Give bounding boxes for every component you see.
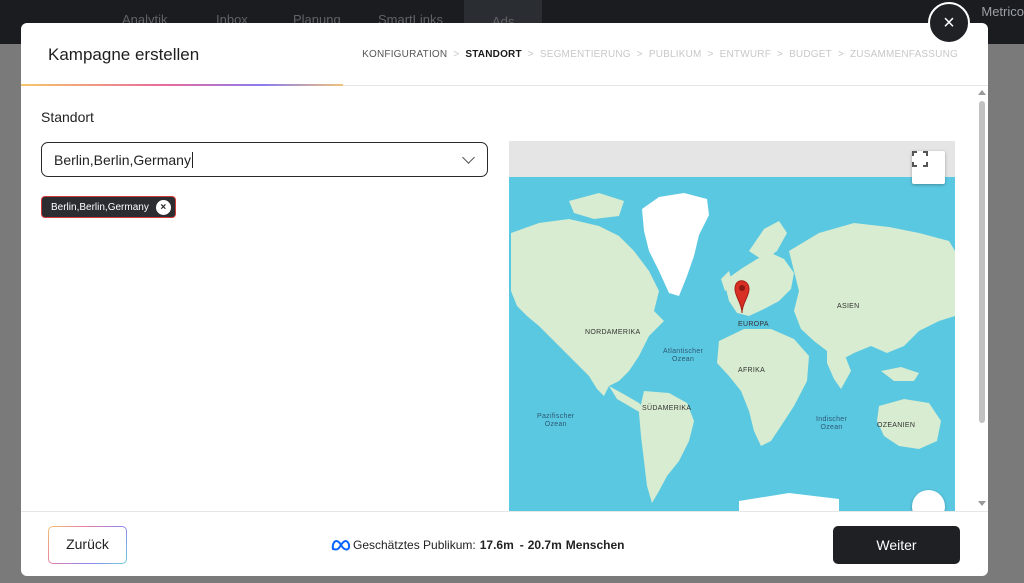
step-separator: > <box>636 49 643 60</box>
audience-dash: - <box>519 538 524 552</box>
label-asia: ASIEN <box>837 303 860 310</box>
modal-header: Kampagne erstellen KONFIGURATION > STAND… <box>21 23 988 86</box>
step-publikum: PUBLIKUM <box>648 49 702 60</box>
step-zusammenfassung: ZUSAMMENFASSUNG <box>849 49 958 60</box>
selected-location-label: Berlin,Berlin,Germany <box>51 201 149 213</box>
label-north-america: NORDAMERIKA <box>585 329 641 336</box>
audience-estimate: Geschätztes Publikum: 17.6m - 20.7m Mens… <box>331 538 624 552</box>
label-south-america: SÜDAMERIKA <box>642 405 692 412</box>
step-budget: BUDGET <box>789 49 832 60</box>
step-separator: > <box>837 49 844 60</box>
audience-prefix: Geschätztes Publikum: <box>353 538 476 552</box>
scroll-down-icon[interactable] <box>978 501 986 506</box>
step-separator: > <box>777 49 784 60</box>
label-indian: Indischer Ozean <box>816 416 847 432</box>
next-button[interactable]: Weiter <box>833 526 960 564</box>
label-europe: EUROPA <box>738 321 769 328</box>
account-label[interactable]: Metrico <box>981 4 1024 19</box>
map-canvas <box>509 141 955 511</box>
modal-footer: Zurück Geschätztes Publikum: 17.6m - 20.… <box>21 511 988 576</box>
modal-body: Standort Berlin,Berlin,Germany Berlin,Be… <box>21 87 988 511</box>
label-pacific-line1: Pazifischer <box>537 413 575 420</box>
chevron-down-icon[interactable] <box>462 151 475 164</box>
fullscreen-button[interactable] <box>912 151 945 184</box>
step-separator: > <box>453 49 460 60</box>
location-input-value: Berlin,Berlin,Germany <box>54 151 191 168</box>
scroll-thumb[interactable] <box>979 101 985 423</box>
world-map[interactable]: NORDAMERIKA EUROPA ASIEN AFRIKA SÜDAMERI… <box>509 141 955 511</box>
step-standort[interactable]: STANDORT <box>465 49 521 60</box>
text-caret <box>191 151 193 168</box>
modal-title: Kampagne erstellen <box>48 45 200 64</box>
remove-tag-icon[interactable]: × <box>155 199 171 215</box>
scroll-up-icon[interactable] <box>978 90 986 95</box>
back-button[interactable]: Zurück <box>48 526 127 564</box>
label-africa: AFRIKA <box>738 367 766 374</box>
meta-icon <box>331 539 351 551</box>
location-search-input[interactable]: Berlin,Berlin,Germany <box>41 142 488 177</box>
step-konfiguration[interactable]: KONFIGURATION <box>362 49 447 60</box>
label-oceania: OZEANIEN <box>877 422 916 429</box>
title-gradient-underline <box>21 84 343 86</box>
close-modal-button[interactable]: × <box>928 2 970 44</box>
audience-suffix: Menschen <box>565 538 625 552</box>
location-section-label: Standort <box>41 109 94 125</box>
label-atlantic: Atlantischer Ozean <box>663 348 703 364</box>
label-atlantic-line2: Ozean <box>672 356 695 363</box>
step-separator: > <box>707 49 714 60</box>
label-pacific: Pazifischer Ozean <box>537 413 575 429</box>
step-separator: > <box>527 49 534 60</box>
label-pacific-line2: Ozean <box>544 421 567 428</box>
label-indian-line2: Ozean <box>820 424 843 431</box>
fullscreen-icon <box>912 151 928 167</box>
wizard-steps: KONFIGURATION > STANDORT > SEGMENTIERUNG… <box>362 49 958 60</box>
audience-min: 17.6m <box>479 538 514 552</box>
label-atlantic-line1: Atlantischer <box>663 348 704 355</box>
label-indian-line1: Indischer <box>816 416 848 423</box>
modal-scrollbar[interactable] <box>976 87 988 511</box>
step-segmentierung: SEGMENTIERUNG <box>539 49 631 60</box>
create-campaign-modal: Kampagne erstellen KONFIGURATION > STAND… <box>21 23 988 576</box>
step-entwurf: ENTWURF <box>719 49 772 60</box>
selected-location-tag: Berlin,Berlin,Germany × <box>41 196 176 218</box>
audience-max: 20.7m <box>527 538 562 552</box>
